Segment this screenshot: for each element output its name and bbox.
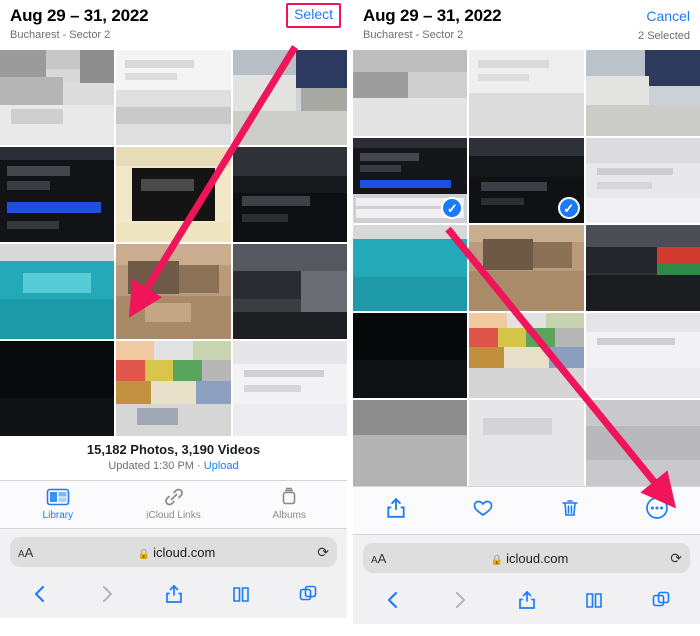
photo-thumbnail[interactable]: [116, 50, 231, 145]
selection-action-bar: [353, 486, 700, 534]
back-icon[interactable]: [6, 584, 73, 609]
photos-icon: [0, 486, 116, 510]
photo-thumbnail[interactable]: [585, 225, 700, 311]
separator-dot: ·: [197, 460, 201, 472]
share-icon[interactable]: [493, 590, 560, 615]
right-screen: Aug 29 – 31, 2022 Bucharest - Sector 2 C…: [353, 0, 700, 636]
text-size-button[interactable]: AA: [18, 545, 48, 560]
aa-label-big: A: [24, 544, 34, 560]
text-size-button[interactable]: AA: [371, 551, 401, 566]
back-icon[interactable]: [359, 590, 426, 615]
photo-thumbnail[interactable]: [469, 50, 584, 136]
more-options-button[interactable]: [613, 496, 700, 525]
tabs-icon[interactable]: [627, 590, 694, 615]
photo-thumbnail-selected[interactable]: ✓: [469, 137, 584, 224]
updated-text: Updated 1:30 PM: [108, 460, 194, 472]
page-title: Aug 29 – 31, 2022: [363, 6, 502, 25]
library-updated-row: Updated 1:30 PM · Upload: [0, 460, 347, 472]
photo-thumbnail[interactable]: [116, 147, 231, 242]
photo-thumbnail[interactable]: [232, 147, 347, 242]
photo-thumbnail[interactable]: [585, 137, 700, 224]
url-pill[interactable]: AA 🔒 icloud.com ⟳: [10, 537, 337, 567]
photo-thumbnail[interactable]: [469, 312, 584, 399]
photo-thumbnail[interactable]: [353, 225, 468, 311]
tab-bar-left: Library iCloud Links Albums: [0, 480, 347, 528]
url-text: icloud.com: [153, 544, 216, 560]
left-screen: Aug 29 – 31, 2022 Bucharest - Sector 2 S…: [0, 0, 347, 636]
link-icon: [116, 486, 232, 510]
photo-grid-right: ✓ ✓: [353, 50, 700, 486]
browser-nav-bar-right: [353, 580, 700, 624]
photo-thumbnail[interactable]: [469, 400, 584, 486]
forward-icon: [73, 584, 140, 609]
tab-icloud-links[interactable]: iCloud Links: [116, 481, 232, 528]
photo-grid-left: [0, 50, 347, 436]
bookmarks-icon[interactable]: [560, 590, 627, 615]
photo-thumbnail[interactable]: [116, 244, 231, 339]
select-button[interactable]: Select: [294, 6, 333, 22]
photo-thumbnail[interactable]: [585, 312, 700, 399]
reload-icon[interactable]: ⟳: [658, 550, 682, 567]
photo-thumbnail[interactable]: [353, 312, 468, 399]
tabs-icon[interactable]: [274, 584, 341, 609]
reload-icon[interactable]: ⟳: [305, 544, 329, 561]
browser-url-bar-left: AA 🔒 icloud.com ⟳: [0, 528, 347, 574]
delete-button[interactable]: [527, 497, 614, 524]
tab-albums-label: Albums: [272, 510, 306, 521]
right-header: Aug 29 – 31, 2022 Bucharest - Sector 2 C…: [353, 0, 700, 50]
tab-library-label: Library: [42, 510, 74, 521]
lock-icon: 🔒: [137, 548, 151, 560]
library-stats: 15,182 Photos, 3,190 Videos Updated 1:30…: [0, 436, 347, 480]
photo-thumbnail[interactable]: [116, 341, 231, 436]
page-subtitle: Bucharest - Sector 2: [10, 29, 111, 41]
select-button-highlight: Select: [286, 3, 341, 28]
upload-link[interactable]: Upload: [204, 460, 239, 472]
favorite-button[interactable]: [440, 497, 527, 524]
tab-icloud-links-label: iCloud Links: [146, 510, 201, 521]
selection-checkmark[interactable]: ✓: [557, 197, 580, 220]
photo-thumbnail[interactable]: [353, 400, 468, 486]
left-header: Aug 29 – 31, 2022 Bucharest - Sector 2 S…: [0, 0, 347, 50]
bookmarks-icon[interactable]: [207, 584, 274, 609]
tab-library[interactable]: Library: [0, 481, 116, 528]
photo-thumbnail[interactable]: [353, 50, 468, 136]
url-text-container: 🔒 icloud.com: [48, 545, 305, 560]
url-text: icloud.com: [506, 550, 569, 566]
albums-icon: [231, 486, 347, 510]
photo-thumbnail[interactable]: [0, 244, 115, 339]
photo-thumbnail[interactable]: [585, 400, 700, 486]
browser-url-bar-right: AA 🔒 icloud.com ⟳: [353, 534, 700, 580]
photo-thumbnail[interactable]: [0, 50, 115, 145]
photo-thumbnail[interactable]: [232, 244, 347, 339]
lock-icon: 🔒: [490, 554, 504, 566]
browser-nav-bar-left: [0, 574, 347, 618]
library-counts: 15,182 Photos, 3,190 Videos: [86, 442, 261, 457]
photo-thumbnail[interactable]: [232, 50, 347, 145]
photo-thumbnail[interactable]: [0, 147, 115, 242]
forward-icon: [426, 590, 493, 615]
photo-thumbnail[interactable]: [469, 225, 584, 311]
cancel-button[interactable]: Cancel: [646, 8, 690, 24]
share-button[interactable]: [353, 497, 440, 524]
photo-thumbnail[interactable]: [585, 50, 700, 136]
photo-thumbnail[interactable]: [0, 341, 115, 436]
photo-thumbnail-selected[interactable]: ✓: [353, 137, 468, 224]
url-pill[interactable]: AA 🔒 icloud.com ⟳: [363, 543, 690, 573]
selection-status: 2 Selected: [638, 30, 690, 42]
screenshot-root: Aug 29 – 31, 2022 Bucharest - Sector 2 S…: [0, 0, 700, 636]
share-icon[interactable]: [140, 584, 207, 609]
photo-thumbnail[interactable]: [232, 341, 347, 436]
tab-albums[interactable]: Albums: [231, 481, 347, 528]
url-text-container: 🔒 icloud.com: [401, 551, 658, 566]
